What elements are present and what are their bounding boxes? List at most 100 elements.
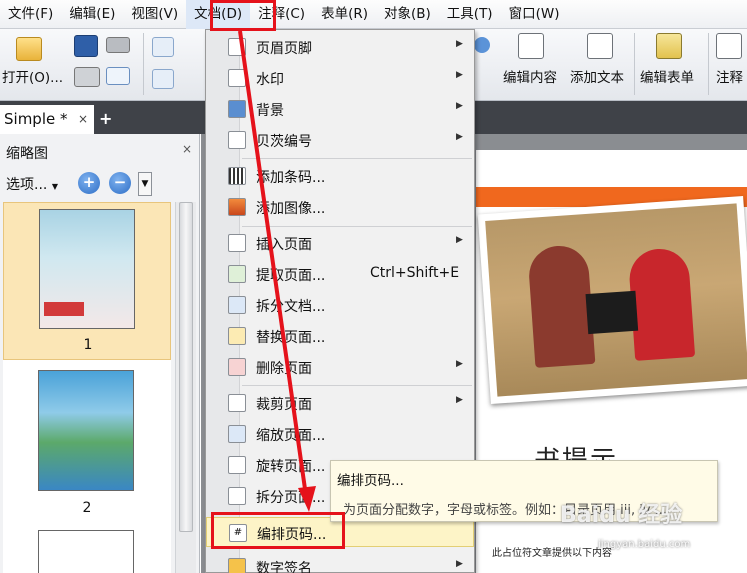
menu-item-add-barcode[interactable]: 添加条码... <box>206 161 474 191</box>
save-icon[interactable] <box>74 35 98 57</box>
menu-separator <box>242 158 472 159</box>
split-page-icon <box>228 487 246 505</box>
annotate-button-label[interactable]: 注释 <box>716 66 743 86</box>
chevron-down-icon[interactable]: ▼ <box>138 172 152 196</box>
menu-item-crop-page[interactable]: 裁剪页面 ▶ <box>206 388 474 418</box>
extract-page-icon <box>228 265 246 283</box>
undo-icon[interactable] <box>152 37 174 57</box>
menu-item-label: 替换页面... <box>256 330 326 346</box>
panel-toolbar: 选项... ▼ + − ▼ <box>0 166 200 198</box>
tooltip-title: 编排页码... <box>337 473 404 489</box>
close-icon[interactable]: × <box>78 105 88 133</box>
thumbnail-page-1[interactable]: 1 <box>3 202 171 360</box>
menu-item-label: 页眉页脚 <box>256 41 312 57</box>
chevron-down-icon: ▼ <box>51 182 58 191</box>
toolbar-separator <box>708 33 709 95</box>
menu-separator <box>242 226 472 227</box>
zoom-in-icon[interactable]: + <box>78 172 100 194</box>
insert-page-icon <box>228 234 246 252</box>
edit-form-icon[interactable] <box>656 33 682 59</box>
menu-edit[interactable]: 编辑(E) <box>61 0 123 29</box>
chevron-right-icon: ▶ <box>456 235 463 245</box>
menu-item-header-footer[interactable]: 页眉页脚 ▶ <box>206 32 474 62</box>
menu-item-label: 删除页面 <box>256 361 312 377</box>
document-footer-text: 此占位符文章提供以下内容 <box>492 548 612 559</box>
menu-item-bates-number[interactable]: 贝茨编号 ▶ <box>206 125 474 155</box>
menu-item-label: 贝茨编号 <box>256 134 312 150</box>
menu-item-replace-page[interactable]: 替换页面... <box>206 321 474 351</box>
menu-item-scale-page[interactable]: 缩放页面... <box>206 419 474 449</box>
laptop-shape <box>585 290 639 335</box>
tab-label: Simple * <box>4 110 68 128</box>
watermark-url: jingyan.baidu.com <box>598 539 691 550</box>
menu-item-delete-page[interactable]: 删除页面 ▶ <box>206 352 474 382</box>
background-icon <box>228 100 246 118</box>
toolbar-separator <box>143 33 144 95</box>
crop-icon <box>228 394 246 412</box>
menu-item-split-document[interactable]: 拆分文档... <box>206 290 474 320</box>
chevron-right-icon: ▶ <box>456 359 463 369</box>
header-footer-icon <box>228 38 246 56</box>
redo-icon[interactable] <box>152 69 174 89</box>
menu-item-label: 提取页面... <box>256 268 326 284</box>
menu-item-label: 旋转页面... <box>256 459 326 475</box>
printer-icon[interactable] <box>74 67 100 87</box>
add-tab-icon[interactable]: + <box>99 109 112 128</box>
chevron-right-icon: ▶ <box>456 395 463 405</box>
scroll-thumb[interactable] <box>179 202 193 532</box>
options-label: 选项... <box>6 177 48 193</box>
menu-item-label: 拆分页面... <box>256 490 326 506</box>
highlight-box-number-pages <box>211 512 345 549</box>
add-text-button-label[interactable]: 添加文本 <box>570 66 624 86</box>
menu-view[interactable]: 视图(V) <box>123 0 186 29</box>
thumbnail-scrollbar[interactable] <box>175 202 196 573</box>
menu-item-label: 缩放页面... <box>256 428 326 444</box>
zoom-out-icon[interactable] <box>474 37 490 53</box>
tab-simple[interactable]: Simple * × <box>0 105 94 134</box>
open-button-label[interactable]: 打开(O)... <box>2 66 63 86</box>
zoom-out-icon[interactable]: − <box>109 172 131 194</box>
replace-page-icon <box>228 327 246 345</box>
menu-item-background[interactable]: 背景 ▶ <box>206 94 474 124</box>
menu-item-label: 裁剪页面 <box>256 397 312 413</box>
thumbnail-panel: 缩略图 × 选项... ▼ + − ▼ 1 2 <box>0 134 200 573</box>
annotate-icon[interactable] <box>716 33 742 59</box>
split-document-icon <box>228 296 246 314</box>
menu-object[interactable]: 对象(B) <box>376 0 439 29</box>
edit-content-icon[interactable] <box>518 33 544 59</box>
menu-separator <box>242 385 472 386</box>
menu-item-watermark[interactable]: 水印 ▶ <box>206 63 474 93</box>
close-icon[interactable]: × <box>182 142 192 156</box>
email-icon[interactable] <box>106 67 130 85</box>
menu-item-label: 添加条码... <box>256 170 326 186</box>
add-text-icon[interactable] <box>587 33 613 59</box>
thumbnail-page-2[interactable] <box>38 370 134 491</box>
menu-item-extract-page[interactable]: 提取页面... Ctrl+Shift+E <box>206 259 474 289</box>
menu-item-add-image[interactable]: 添加图像... <box>206 192 474 222</box>
menubar: 文件(F) 编辑(E) 视图(V) 文档(D) 注释(C) 表单(R) 对象(B… <box>0 0 747 29</box>
open-folder-icon[interactable] <box>16 37 42 61</box>
scale-page-icon <box>228 425 246 443</box>
chevron-right-icon: ▶ <box>456 101 463 111</box>
image-icon <box>228 198 246 216</box>
thumbnail-page-3[interactable] <box>38 530 134 573</box>
highlight-box-document-menu <box>210 0 276 31</box>
edit-form-button-label[interactable]: 编辑表单 <box>640 66 694 86</box>
menu-item-insert-page[interactable]: 插入页面 ▶ <box>206 228 474 258</box>
toolbar-separator <box>634 33 635 95</box>
signature-icon <box>228 558 246 573</box>
menu-form[interactable]: 表单(R) <box>313 0 376 29</box>
panel-title: 缩略图 <box>6 146 48 162</box>
menu-window[interactable]: 窗口(W) <box>501 0 568 29</box>
thumbnail-list: 1 2 <box>3 202 171 573</box>
menu-item-label: 水印 <box>256 72 284 88</box>
delete-page-icon <box>228 358 246 376</box>
menu-file[interactable]: 文件(F) <box>0 0 61 29</box>
menu-item-label: 添加图像... <box>256 201 326 217</box>
edit-content-button-label[interactable]: 编辑内容 <box>503 66 557 86</box>
menu-tools[interactable]: 工具(T) <box>439 0 501 29</box>
scanner-icon[interactable] <box>106 37 130 53</box>
options-dropdown[interactable]: 选项... ▼ <box>6 174 58 194</box>
menu-item-digital-signature[interactable]: 数字签名 ▶ <box>206 552 474 573</box>
thumbnail-red-block <box>44 302 84 316</box>
